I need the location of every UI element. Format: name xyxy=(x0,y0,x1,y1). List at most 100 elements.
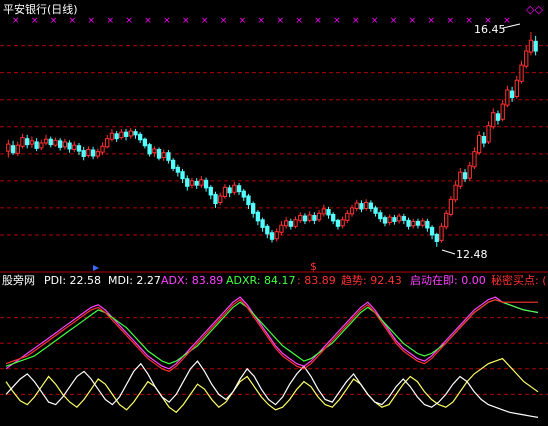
candle-body xyxy=(392,217,397,222)
series-line-pdi xyxy=(5,357,539,414)
candle-body xyxy=(528,39,534,53)
candle-body xyxy=(213,193,218,205)
top-marker: × xyxy=(295,16,303,26)
top-marker: × xyxy=(88,16,96,26)
candle-body xyxy=(415,220,421,226)
candle-body xyxy=(260,219,265,228)
candle-body xyxy=(382,217,388,224)
candle-body xyxy=(180,171,185,180)
candle-body xyxy=(396,215,402,222)
candle-body xyxy=(109,132,115,140)
trend-label: 趋势: 92.43 xyxy=(341,274,402,287)
series-line-adx xyxy=(5,296,539,370)
top-marker: × xyxy=(390,16,398,26)
candle-body xyxy=(307,214,312,221)
adxr-label: ADXR: 84.17 xyxy=(226,274,296,287)
candle-body xyxy=(477,134,482,154)
candle-body xyxy=(72,144,77,150)
low-arrow xyxy=(441,249,456,255)
candle-body xyxy=(387,216,392,224)
value5-label: : 83.89 xyxy=(297,274,336,287)
candle-body xyxy=(246,195,251,206)
candle-body xyxy=(462,172,468,180)
candle-body xyxy=(533,40,538,52)
candle-body xyxy=(170,159,176,169)
top-marker: × xyxy=(371,16,379,26)
candle-body xyxy=(208,186,213,196)
candle-body xyxy=(509,90,515,99)
candle-body xyxy=(265,225,270,235)
candle-body xyxy=(340,219,345,227)
candle-body xyxy=(222,186,228,198)
indicator-lines xyxy=(5,296,539,418)
candle-body xyxy=(293,219,298,227)
top-marker: × xyxy=(314,16,322,26)
candle-body xyxy=(53,139,58,146)
left-arrow-icon xyxy=(93,265,99,271)
candle-body xyxy=(448,198,454,215)
candle-body xyxy=(62,141,67,148)
candle-body xyxy=(119,131,124,139)
candle-body xyxy=(20,137,25,147)
candle-body xyxy=(439,225,444,241)
candle-body xyxy=(288,220,293,227)
candle-body xyxy=(86,148,91,156)
price-grid xyxy=(0,45,548,236)
candle-body xyxy=(232,184,237,193)
candle-body xyxy=(218,195,223,204)
buy-marker: $ xyxy=(310,260,317,273)
candle-body xyxy=(434,233,439,242)
indicator-header: 股旁网 PDI: 22.58 MDI: 2.27 ADX: 83.89 ADXR… xyxy=(2,273,547,287)
top-marker: × xyxy=(182,16,190,26)
candle-body xyxy=(401,216,406,221)
candle-body xyxy=(491,112,496,128)
candle-body xyxy=(364,202,369,209)
candle-body xyxy=(67,142,72,150)
top-marker: × xyxy=(409,16,417,26)
top-marker: × xyxy=(446,16,454,26)
pdi-label: PDI: 22.58 xyxy=(44,274,101,287)
chart-title: 平安银行(日线) xyxy=(3,2,78,16)
candle-body xyxy=(161,152,166,159)
candle-body xyxy=(10,145,16,154)
top-marker: × xyxy=(276,16,284,26)
candle-body xyxy=(156,148,162,159)
candle-body xyxy=(189,180,195,186)
stock-chart: × × × × × × × × × × × × × × × × × × × × × × × × × × × 平安银行(日线) ◇◇ … xyxy=(0,2,548,418)
candle-body xyxy=(194,180,199,186)
candle-body xyxy=(505,89,510,106)
candle-body xyxy=(312,214,317,221)
candle-body xyxy=(411,220,416,227)
candle-body xyxy=(128,130,133,137)
candle-body xyxy=(251,203,256,214)
candle-body xyxy=(203,179,209,189)
top-marker: × xyxy=(352,16,360,26)
candle-body xyxy=(274,231,279,240)
candle-body xyxy=(199,179,204,186)
candle-body xyxy=(349,207,355,215)
candle-body xyxy=(472,151,477,168)
candle-body xyxy=(331,213,336,222)
candle-body xyxy=(354,202,359,209)
candle-body xyxy=(6,143,11,152)
candle-body xyxy=(90,149,96,157)
top-markers: × × × × × × × × × × × × × × × × × × × × × × × × × × × xyxy=(12,16,511,26)
top-marker: × xyxy=(428,16,436,26)
top-marker: × xyxy=(50,16,58,26)
candle-body xyxy=(453,184,458,201)
candle-body xyxy=(241,190,246,198)
secret-label: 秘密买点: ( xyxy=(491,273,547,287)
candle-body xyxy=(378,212,383,220)
candle-body xyxy=(133,131,138,136)
candle-body xyxy=(175,166,180,173)
adx-label: ADX: 83.89 xyxy=(161,274,223,287)
candle-body xyxy=(373,207,378,214)
candle-body xyxy=(524,50,529,67)
candle-body xyxy=(29,140,35,145)
candle-body xyxy=(48,138,53,146)
candle-body xyxy=(152,148,157,154)
candle-body xyxy=(114,133,119,140)
candle-body xyxy=(123,131,129,138)
candle-body xyxy=(269,232,275,240)
candle-body xyxy=(25,138,30,146)
